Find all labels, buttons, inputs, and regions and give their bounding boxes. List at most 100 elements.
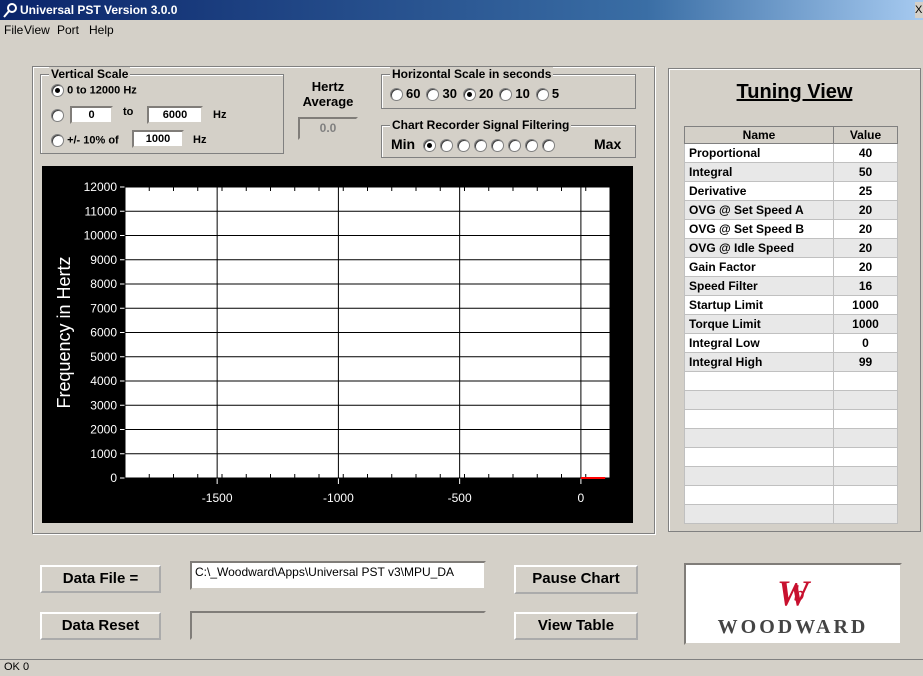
menu-view[interactable]: View: [24, 23, 50, 37]
param-name: [684, 409, 834, 429]
table-row[interactable]: Torque Limit 1000: [684, 314, 898, 334]
tuning-view-title: Tuning View: [736, 81, 853, 103]
y-tick-label: 0: [110, 471, 117, 485]
percent-value-input[interactable]: 1000: [132, 130, 184, 148]
y-tick-label: 3000: [90, 398, 117, 412]
param-value[interactable]: [833, 447, 898, 467]
table-row[interactable]: [684, 409, 898, 429]
param-name: [684, 390, 834, 410]
param-value[interactable]: 1000: [833, 314, 898, 334]
horizontal-scale-group: Horizontal Scale in seconds 60 30 20 10 5: [381, 67, 636, 109]
data-file-path-field[interactable]: C:\_Woodward\Apps\Universal PST v3\MPU_D…: [190, 561, 486, 590]
data-file-button[interactable]: Data File =: [40, 565, 161, 593]
param-value[interactable]: [833, 428, 898, 448]
menu-port[interactable]: Port: [57, 23, 79, 37]
woodward-logo-text: WOODWARD: [718, 616, 869, 638]
table-row[interactable]: Integral High 99: [684, 352, 898, 372]
horizontal-scale-options: 60 30 20 10 5: [390, 86, 565, 102]
table-row[interactable]: Speed Filter 16: [684, 276, 898, 296]
param-value[interactable]: [833, 466, 898, 486]
table-row[interactable]: [684, 504, 898, 524]
table-row[interactable]: [684, 428, 898, 448]
radio-hscale-10[interactable]: [499, 88, 513, 102]
table-row[interactable]: Startup Limit 1000: [684, 295, 898, 315]
radio-filter-2[interactable]: [440, 138, 453, 152]
woodward-logo: W b WOODWARD: [684, 563, 902, 645]
radio-filter-4[interactable]: [474, 138, 487, 152]
table-row[interactable]: Integral 50: [684, 162, 898, 182]
radio-filter-5[interactable]: [491, 138, 504, 152]
param-value[interactable]: 20: [833, 238, 898, 258]
param-value[interactable]: [833, 485, 898, 505]
table-row[interactable]: OVG @ Set Speed B 20: [684, 219, 898, 239]
menu-help[interactable]: Help: [89, 23, 114, 37]
hertz-average-value: 0.0: [298, 117, 358, 140]
radio-full-scale[interactable]: [51, 84, 64, 97]
param-name: Proportional: [684, 143, 834, 163]
param-value[interactable]: [833, 504, 898, 524]
table-row[interactable]: Derivative 25: [684, 181, 898, 201]
radio-hscale-20[interactable]: [462, 88, 476, 102]
table-row[interactable]: [684, 466, 898, 486]
param-value[interactable]: 20: [833, 219, 898, 239]
chart-container: 0 1000 2000 3000 4000 5000 6000 7000 8000 9000 100…: [42, 166, 633, 523]
radio-hscale-30[interactable]: [426, 88, 440, 102]
filter-max-label: Max: [594, 136, 622, 152]
table-row[interactable]: [684, 485, 898, 505]
table-row[interactable]: Proportional 40: [684, 143, 898, 163]
param-value[interactable]: 20: [833, 200, 898, 220]
param-value[interactable]: 99: [833, 352, 898, 372]
radio-filter-8[interactable]: [542, 138, 555, 152]
range-low-input[interactable]: 0: [70, 106, 113, 124]
param-name: [684, 504, 834, 524]
table-row[interactable]: OVG @ Idle Speed 20: [684, 238, 898, 258]
param-name: Torque Limit: [684, 314, 834, 334]
y-tick-label: 9000: [90, 253, 117, 267]
param-value[interactable]: 20: [833, 257, 898, 277]
tuning-view-panel: Tuning View Name Value Proportional 40 Int…: [668, 68, 921, 532]
pause-chart-button[interactable]: Pause Chart: [514, 565, 638, 594]
column-header-name[interactable]: Name: [684, 126, 834, 144]
radio-hscale-60[interactable]: [390, 88, 403, 102]
close-button[interactable]: X: [915, 2, 923, 18]
table-row[interactable]: [684, 447, 898, 467]
param-name: Integral: [684, 162, 834, 182]
table-row[interactable]: [684, 390, 898, 410]
x-tick-label: 0: [578, 491, 585, 505]
y-tick-label: 11000: [85, 204, 118, 218]
param-value[interactable]: 16: [833, 276, 898, 296]
radio-filter-6[interactable]: [508, 138, 521, 152]
column-header-value[interactable]: Value: [833, 126, 898, 144]
x-tick-label: -1500: [202, 491, 233, 505]
table-row[interactable]: OVG @ Set Speed A 20: [684, 200, 898, 220]
param-value[interactable]: 1000: [833, 295, 898, 315]
param-value[interactable]: 0: [833, 333, 898, 353]
param-name: [684, 485, 834, 505]
param-value[interactable]: 40: [833, 143, 898, 163]
radio-custom-range[interactable]: [51, 109, 64, 122]
param-value[interactable]: 25: [833, 181, 898, 201]
table-row[interactable]: Integral Low 0: [684, 333, 898, 353]
range-high-input[interactable]: 6000: [147, 106, 203, 124]
data-reset-button[interactable]: Data Reset: [40, 612, 161, 640]
radio-filter-3[interactable]: [457, 138, 470, 152]
param-value[interactable]: 50: [833, 162, 898, 182]
table-row[interactable]: [684, 371, 898, 391]
param-value[interactable]: [833, 409, 898, 429]
radio-filter-7[interactable]: [525, 138, 538, 152]
percent-label: +/- 10% of: [67, 134, 119, 147]
woodward-emblem-icon: W b WOODWARD: [718, 573, 869, 638]
radio-percent[interactable]: [51, 134, 64, 147]
radio-hscale-5[interactable]: [535, 88, 549, 102]
view-table-button[interactable]: View Table: [514, 612, 638, 640]
param-value[interactable]: [833, 390, 898, 410]
table-row[interactable]: Gain Factor 20: [684, 257, 898, 277]
param-value[interactable]: [833, 371, 898, 391]
menu-file[interactable]: File: [4, 23, 23, 37]
status-text: OK 0: [4, 661, 30, 673]
radio-filter-1[interactable]: [423, 138, 436, 152]
y-tick-label: 8000: [90, 277, 117, 291]
hz-label-1: Hz: [213, 109, 227, 121]
vertical-scale-group: Vertical Scale 0 to 12000 Hz 0 to 6000 H…: [40, 67, 284, 154]
param-name: Derivative: [684, 181, 834, 201]
